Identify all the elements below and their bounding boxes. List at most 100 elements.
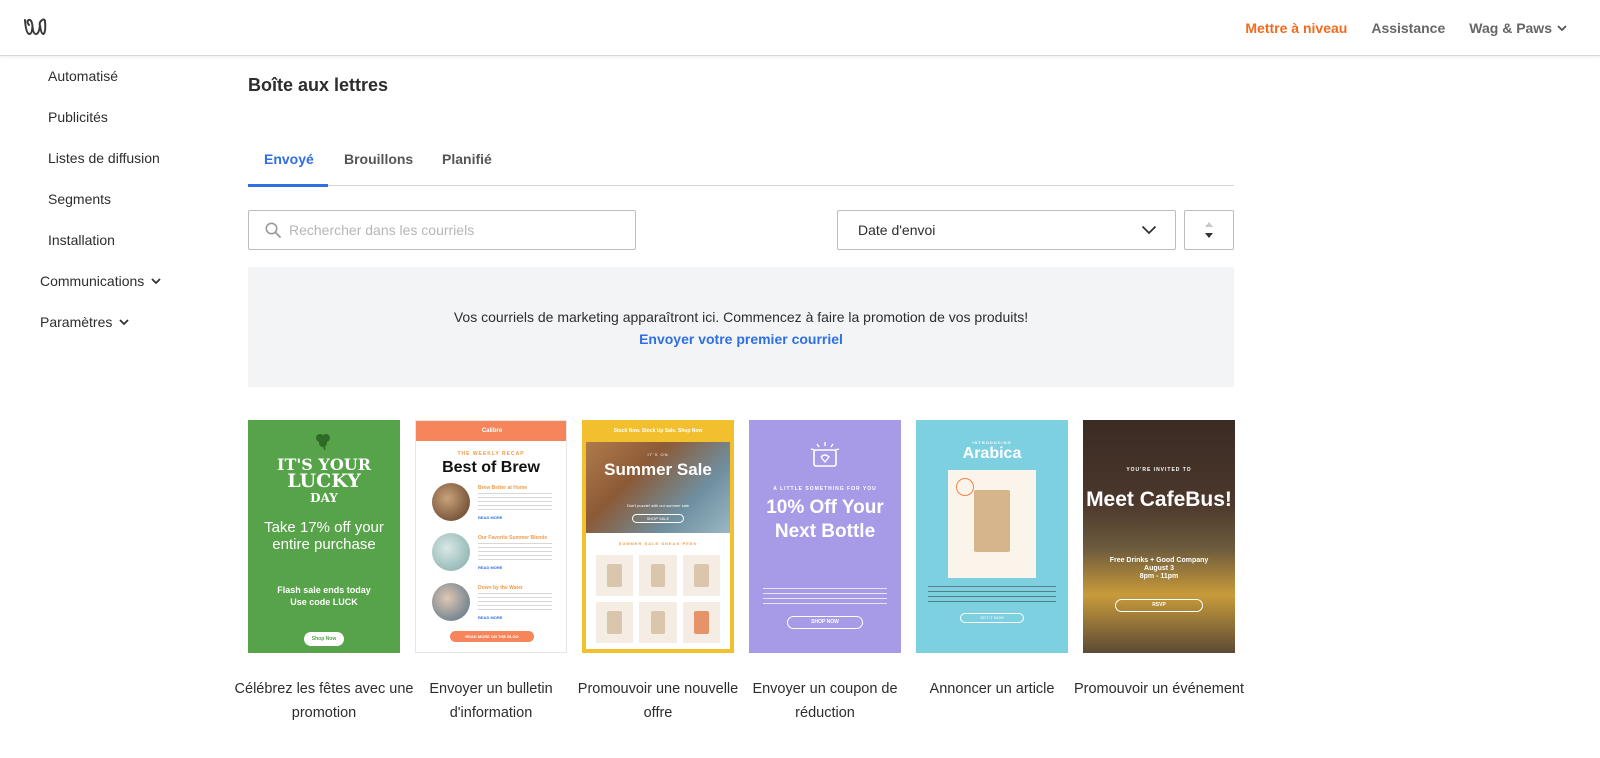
template-image: [432, 583, 470, 621]
sidebar-item-mailing-lists[interactable]: Listes de diffusion: [48, 150, 160, 166]
page-title: Boîte aux lettres: [248, 75, 389, 95]
upgrade-link[interactable]: Mettre à niveau: [1245, 20, 1347, 36]
template-text: Down by the Water: [478, 585, 523, 591]
sidebar-item-label: Communications: [40, 273, 145, 289]
template-label[interactable]: Promouvoir une nouvelle offre: [568, 677, 748, 725]
coffee-bag-icon: [974, 490, 1010, 552]
template-button: READ MORE ON THE BLOG: [450, 631, 534, 642]
site-name: Wag & Paws: [1469, 20, 1552, 36]
template-placeholder-text: [928, 586, 1056, 604]
assistance-link[interactable]: Assistance: [1371, 20, 1445, 36]
template-text: A LITTLE SOMETHING FOR YOU: [773, 486, 877, 492]
sort-select[interactable]: Date d'envoi: [837, 210, 1176, 250]
template-row: Our Favorite Summer Blends READ MORE: [432, 533, 558, 573]
template-product: [682, 602, 720, 643]
clover-icon: [316, 434, 330, 450]
template-headline: 10% Off Your Next Bottle: [766, 497, 884, 542]
template-text: IT'S ON: [647, 452, 669, 457]
send-first-email-link[interactable]: Envoyer votre premier courriel: [248, 331, 1234, 347]
chevron-down-icon: [119, 319, 129, 326]
search-icon: [265, 222, 281, 238]
template-thumbnail: YOU'RE INVITED TO Meet CafeBus! Free Dri…: [1083, 420, 1235, 653]
template-product: [639, 602, 677, 643]
sort-order-icon: [1205, 222, 1213, 238]
template-button: RSVP: [1115, 599, 1203, 612]
template-product: [596, 555, 634, 596]
template-text: LUCKY: [287, 470, 361, 492]
template-thumbnail: Stock Now. Stock Up Sale. Shop Now IT'S …: [582, 420, 734, 653]
tab-sent[interactable]: Envoyé: [264, 151, 314, 167]
template-label[interactable]: Envoyer un coupon de réduction: [735, 677, 915, 725]
template-button: Shop Now: [304, 632, 344, 646]
template-button: SHOP NOW: [787, 616, 863, 629]
sidebar-item-settings[interactable]: Paramètres: [40, 314, 130, 330]
template-image: [432, 533, 470, 571]
top-bar: Mettre à niveau Assistance Wag & Paws: [0, 0, 1600, 56]
search-input[interactable]: [289, 222, 609, 238]
template-label[interactable]: Célébrez les fêtes avec une promotion: [234, 677, 414, 725]
sidebar-item-automated[interactable]: Automatisé: [48, 68, 118, 84]
site-switcher[interactable]: Wag & Paws: [1469, 20, 1568, 36]
template-image: [432, 483, 470, 521]
template-text: August 3: [1144, 565, 1174, 572]
template-button: GET IT NOW: [960, 613, 1024, 623]
template-text: DAY: [310, 491, 338, 505]
template-label[interactable]: Envoyer un bulletin d'information: [401, 677, 581, 725]
chevron-down-icon: [1557, 25, 1567, 32]
template-label[interactable]: Annoncer un article: [902, 677, 1082, 701]
template-image: IT'S ON Summer Sale Don't puzzle! with o…: [586, 442, 730, 533]
template-text: Calibre: [416, 421, 566, 441]
template-text: Take 17% off your entire purchase: [264, 519, 384, 553]
template-label[interactable]: Promouvoir un événement: [1069, 677, 1249, 701]
mail-tabs: Envoyé Brouillons Planifié: [248, 137, 1234, 187]
template-thumbnail: Calibre THE WEEKLY RECAP Best of Brew Br…: [415, 420, 567, 653]
empty-state: Vos courriels de marketing apparaîtront …: [248, 267, 1234, 387]
template-text: READ MORE: [478, 615, 503, 620]
weebly-logo-icon[interactable]: [23, 17, 47, 37]
template-headline: Meet CafeBus!: [1086, 488, 1232, 511]
template-text: Stock Now. Stock Up Sale. Shop Now: [613, 428, 703, 434]
template-text: Use code LUCK: [290, 597, 358, 607]
template-row: Down by the Water READ MORE: [432, 583, 558, 623]
sidebar-item-installation[interactable]: Installation: [48, 232, 115, 248]
template-button: SHOP SALE: [632, 514, 684, 523]
template-product-panel: SUMMER SALE SNEAK PEEK: [586, 533, 730, 649]
sort-select-value: Date d'envoi: [858, 222, 936, 238]
template-placeholder-text: [478, 593, 552, 611]
template-text: Flash sale ends today: [277, 585, 371, 595]
empty-state-message: Vos courriels de marketing apparaîtront …: [453, 309, 1029, 325]
sidebar-item-segments[interactable]: Segments: [48, 191, 111, 207]
template-text: Flash sale ends today Use code LUCK: [248, 584, 400, 608]
template-row: Brew Better at Home READ MORE: [432, 483, 558, 523]
template-headline: IT'S YOUR LUCKY DAY: [248, 456, 400, 507]
template-product: [682, 555, 720, 596]
template-image: [948, 470, 1036, 578]
template-text: YOU'RE INVITED TO: [1126, 467, 1192, 473]
sidebar-item-communications[interactable]: Communications: [40, 273, 162, 289]
template-text: Free Drinks + Good Company: [1109, 557, 1209, 564]
chevron-down-icon: [1141, 225, 1157, 235]
template-text: THE WEEKLY RECAP: [457, 451, 525, 457]
active-tab-indicator: [248, 184, 328, 187]
template-text: 8pm - 11pm: [1139, 573, 1179, 580]
top-nav: Mettre à niveau Assistance Wag & Paws: [1245, 0, 1568, 56]
template-placeholder-text: [763, 588, 887, 608]
tab-drafts[interactable]: Brouillons: [344, 151, 413, 167]
sidebar: Automatisé Publicités Listes de diffusio…: [0, 56, 220, 758]
search-box[interactable]: [248, 210, 636, 250]
tab-scheduled[interactable]: Planifié: [442, 151, 492, 167]
template-text: READ MORE: [478, 565, 503, 570]
badge-icon: [956, 478, 974, 496]
sidebar-item-ads[interactable]: Publicités: [48, 109, 108, 125]
sort-direction-button[interactable]: [1184, 210, 1234, 250]
template-text: Brew Better at Home: [478, 485, 528, 491]
template-headline: Arabica: [962, 445, 1022, 462]
sidebar-item-label: Paramètres: [40, 314, 113, 330]
chevron-down-icon: [151, 278, 161, 285]
template-text: Don't puzzle! with our summer sale: [626, 503, 690, 508]
template-thumbnail: IT'S YOUR LUCKY DAY Take 17% off your en…: [248, 420, 400, 653]
template-placeholder-text: [478, 543, 552, 561]
template-product: [639, 555, 677, 596]
template-headline: Best of Brew: [442, 459, 540, 476]
template-thumbnail: A LITTLE SOMETHING FOR YOU 10% Off Your …: [749, 420, 901, 653]
